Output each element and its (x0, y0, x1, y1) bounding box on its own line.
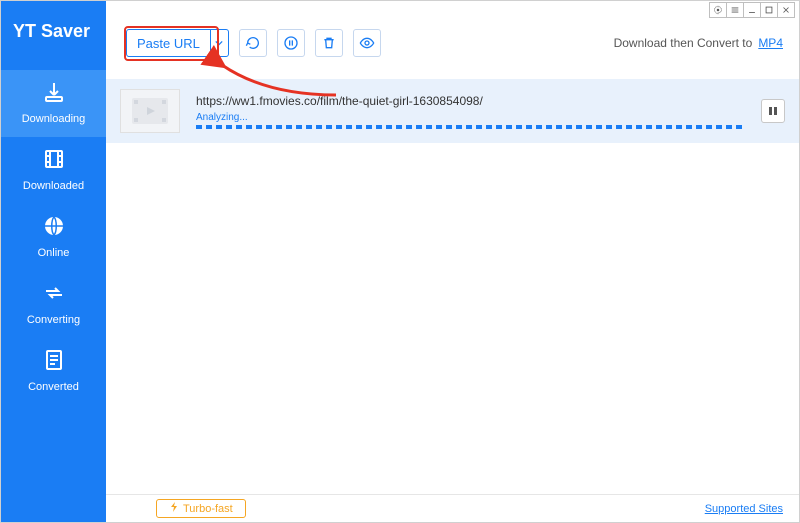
sidebar-item-label: Converted (28, 381, 79, 393)
sidebar-item-label: Converting (27, 314, 80, 326)
bolt-icon (169, 502, 179, 515)
globe-icon (42, 214, 66, 243)
film-icon (42, 147, 66, 176)
download-icon (42, 80, 66, 109)
download-info: https://ww1.fmovies.co/film/the-quiet-gi… (196, 94, 745, 129)
turbo-label: Turbo-fast (183, 503, 233, 515)
app-window: YT Saver Downloading Downloaded Online (0, 0, 800, 523)
supported-sites-link[interactable]: Supported Sites (705, 503, 783, 515)
brand-title: YT Saver (1, 1, 106, 70)
document-icon (42, 348, 66, 377)
toolbar-right: Download then Convert to MP4 (614, 36, 783, 50)
video-thumbnail (120, 89, 180, 133)
preview-button[interactable] (353, 29, 381, 57)
chevron-down-icon[interactable] (210, 30, 228, 56)
turbo-fast-button[interactable]: Turbo-fast (156, 499, 246, 518)
paste-url-label: Paste URL (127, 30, 210, 56)
minimize-button[interactable] (743, 2, 761, 18)
sidebar-items: Downloading Downloaded Online Converting (1, 70, 106, 405)
download-status: Analyzing... (196, 112, 745, 123)
download-url: https://ww1.fmovies.co/film/the-quiet-gi… (196, 94, 745, 108)
sidebar-item-converted[interactable]: Converted (1, 338, 106, 405)
cycle-icon (42, 281, 66, 310)
menu-button[interactable] (726, 2, 744, 18)
download-item[interactable]: https://ww1.fmovies.co/film/the-quiet-gi… (106, 79, 799, 143)
window-controls (106, 1, 799, 19)
convert-label: Download then Convert to (614, 36, 753, 50)
sidebar: YT Saver Downloading Downloaded Online (1, 1, 106, 522)
progress-bar (196, 125, 745, 129)
pause-all-button[interactable] (277, 29, 305, 57)
sidebar-item-label: Downloading (22, 113, 86, 125)
toolbar-left: Paste URL (126, 29, 381, 57)
main-panel: Paste URL Download (106, 1, 799, 522)
format-select[interactable]: MP4 (758, 36, 783, 50)
toolbar: Paste URL Download (106, 19, 799, 79)
maximize-button[interactable] (760, 2, 778, 18)
sidebar-item-label: Downloaded (23, 180, 84, 192)
pause-item-button[interactable] (761, 99, 785, 123)
footer: Turbo-fast Supported Sites (106, 494, 799, 522)
close-button[interactable] (777, 2, 795, 18)
settings-button[interactable] (709, 2, 727, 18)
download-list: https://ww1.fmovies.co/film/the-quiet-gi… (106, 79, 799, 494)
sidebar-item-online[interactable]: Online (1, 204, 106, 271)
sidebar-item-downloaded[interactable]: Downloaded (1, 137, 106, 204)
refresh-button[interactable] (239, 29, 267, 57)
sidebar-item-converting[interactable]: Converting (1, 271, 106, 338)
paste-url-button[interactable]: Paste URL (126, 29, 229, 57)
sidebar-item-label: Online (38, 247, 70, 259)
delete-button[interactable] (315, 29, 343, 57)
sidebar-item-downloading[interactable]: Downloading (1, 70, 106, 137)
